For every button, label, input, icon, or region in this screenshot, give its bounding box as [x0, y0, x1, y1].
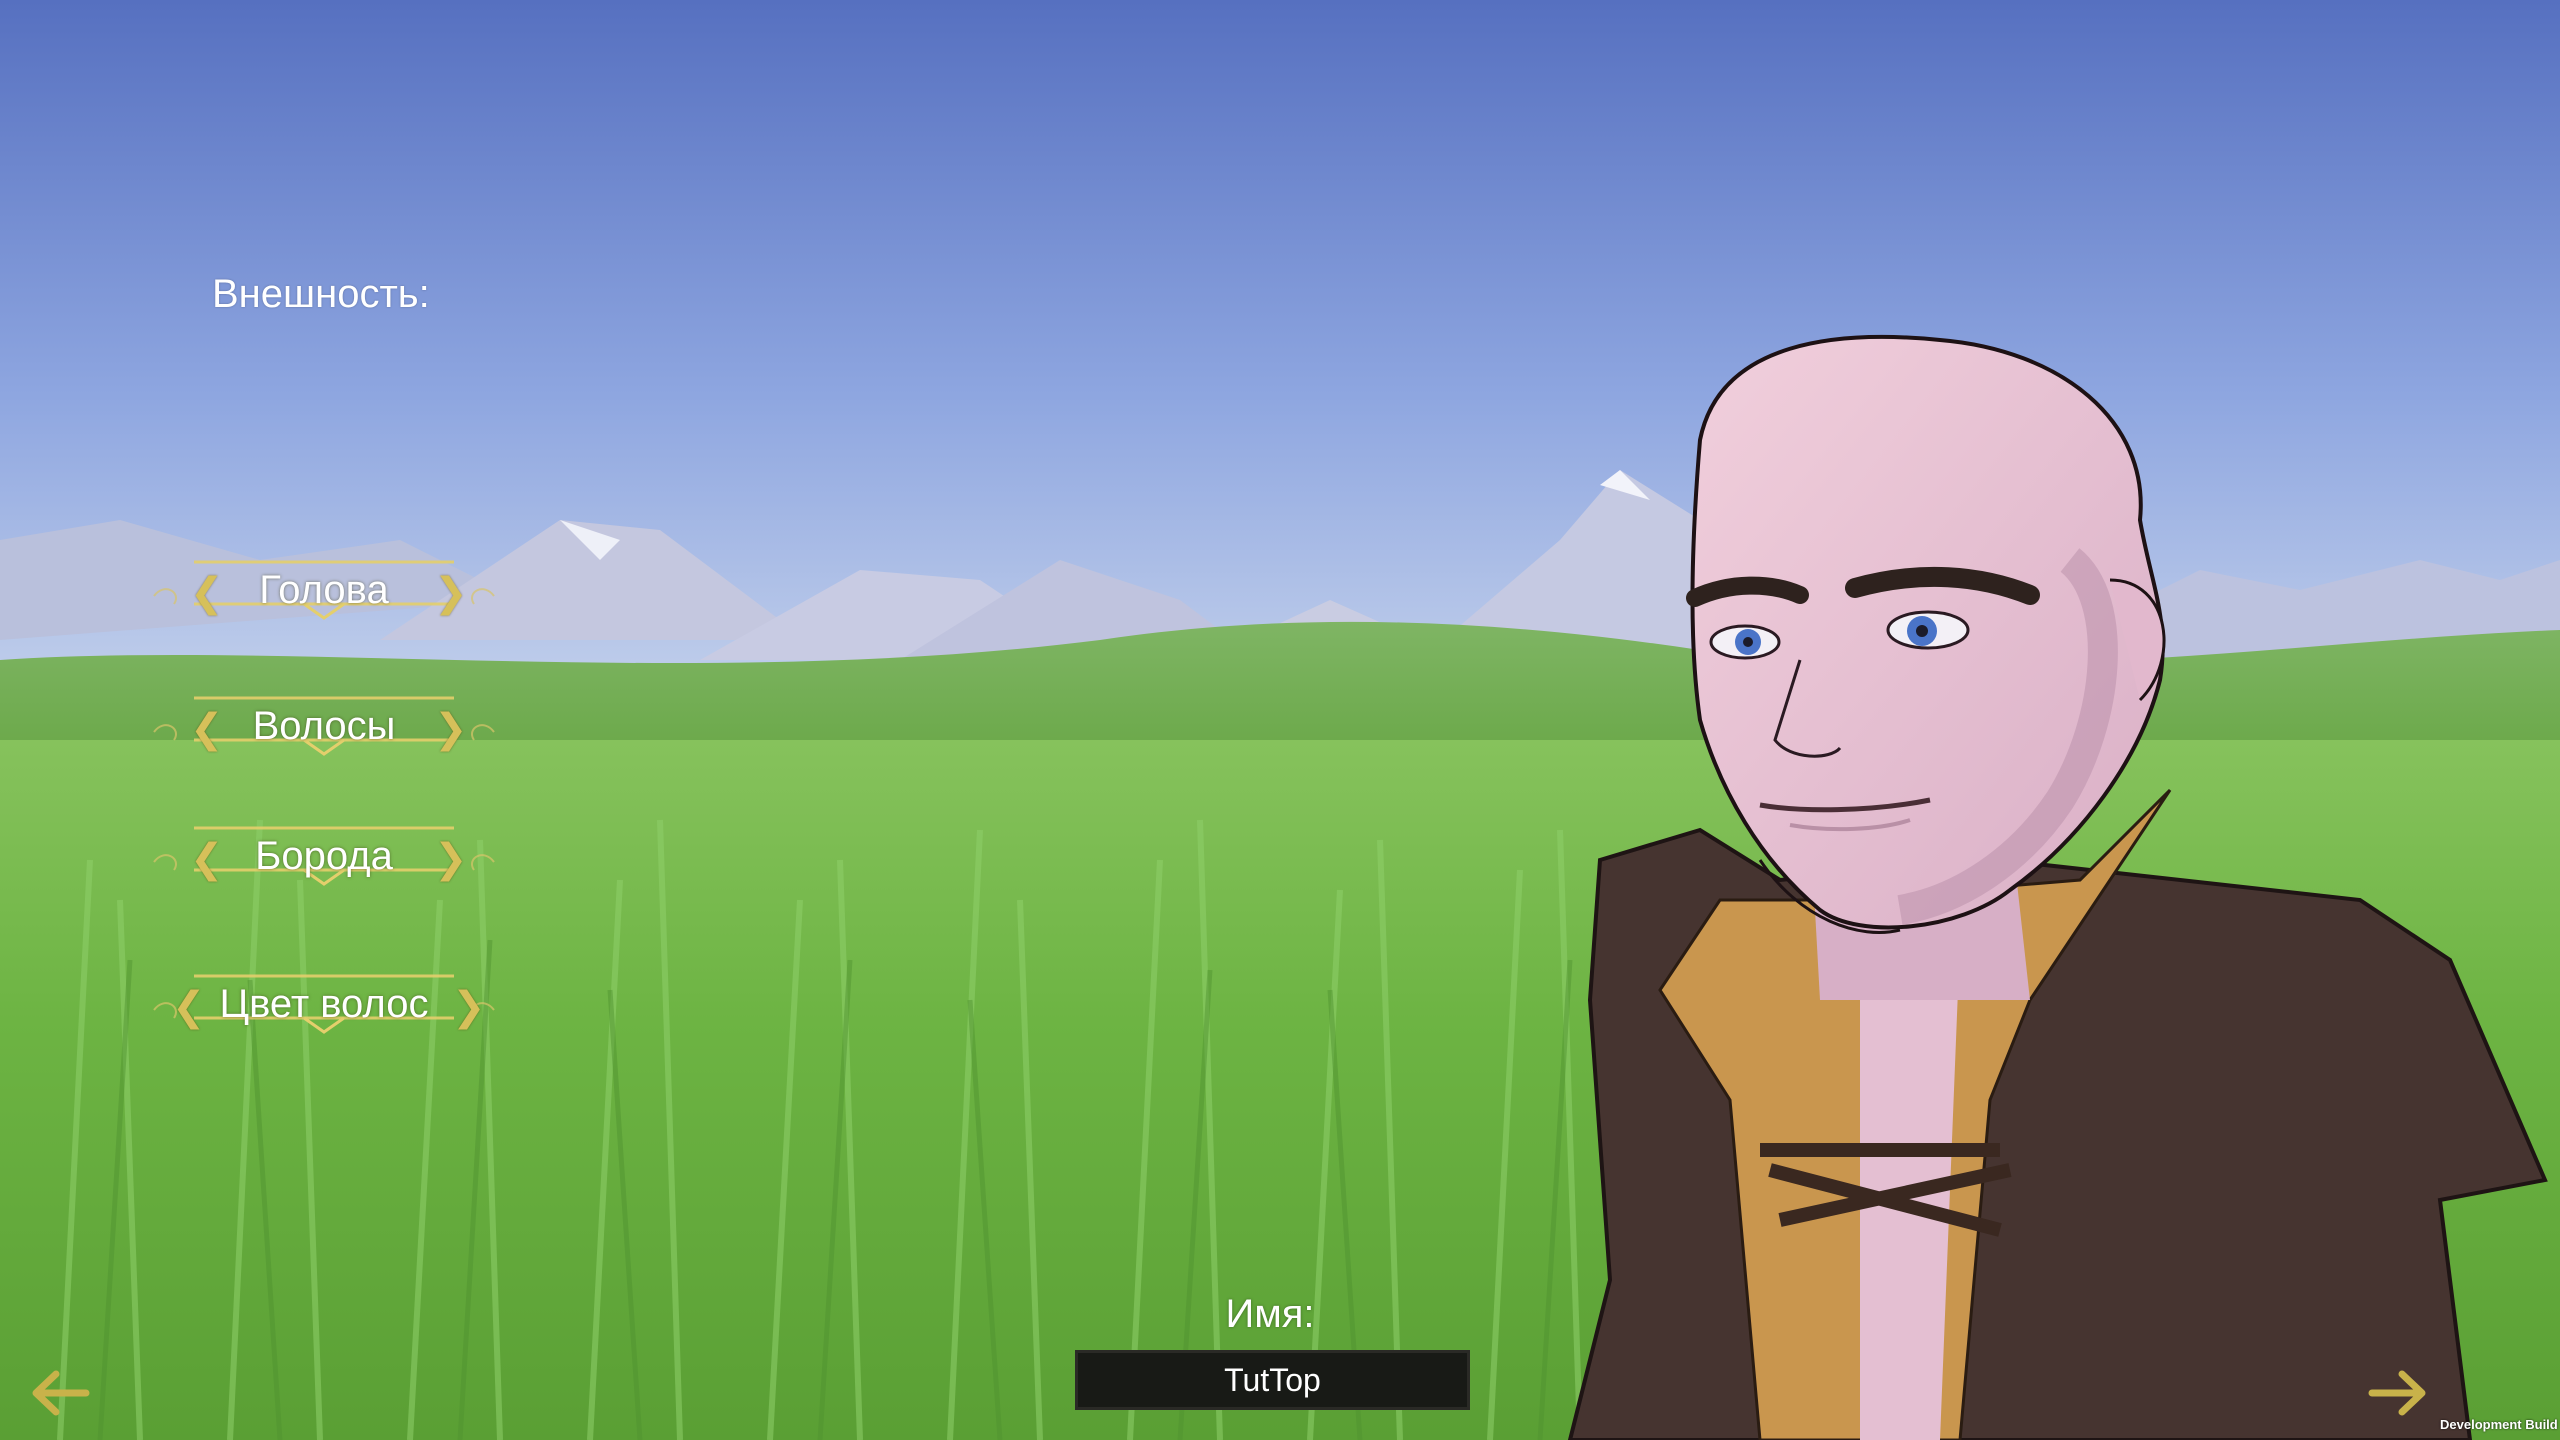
hair-next-button[interactable]: ❯ — [434, 706, 468, 752]
character-creation-screen: Внешность: ❮ Голова ❯ ❮ Волосы ❯ ❮ Бород… — [0, 0, 2560, 1440]
head-next-button[interactable]: ❯ — [434, 570, 468, 616]
hair-color-selector: ❮ Цвет волос ❯ — [134, 966, 514, 1058]
hair-color-next-button[interactable]: ❯ — [452, 984, 486, 1030]
name-field[interactable] — [1075, 1350, 1470, 1410]
head-selector: ❮ Голова ❯ — [134, 552, 514, 644]
next-arrow-icon[interactable] — [2366, 1368, 2432, 1418]
hair-selector: ❮ Волосы ❯ — [134, 688, 514, 780]
beard-next-button[interactable]: ❯ — [434, 836, 468, 882]
appearance-title: Внешность: — [212, 272, 430, 316]
beard-selector: ❮ Борода ❯ — [134, 818, 514, 910]
development-build-label: Development Build — [2440, 1417, 2558, 1432]
name-label: Имя: — [1225, 1292, 1315, 1336]
back-arrow-icon[interactable] — [26, 1368, 92, 1418]
